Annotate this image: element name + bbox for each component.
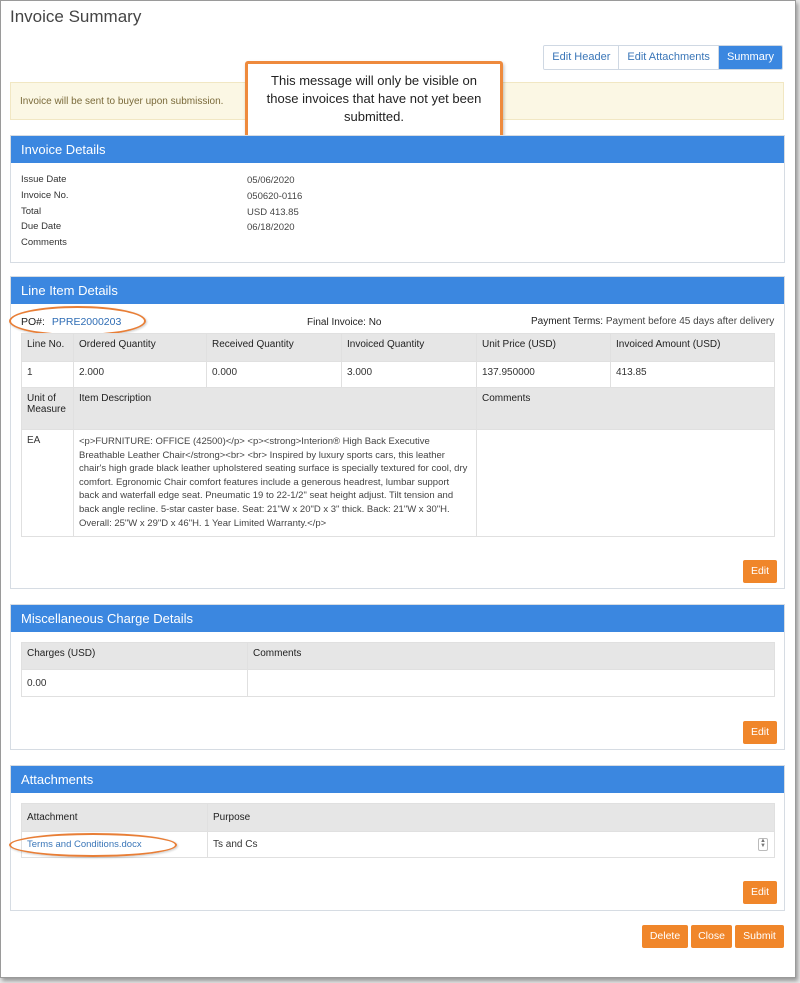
invoice-details-header: Invoice Details — [11, 136, 784, 163]
line-item-table: Line No. Ordered Quantity Received Quant… — [21, 333, 775, 388]
payment-terms-label: Payment Terms: — [531, 316, 604, 327]
cell-misc-comments — [247, 669, 775, 697]
line-item-description-table: Unit of Measure Item Description Comment… — [21, 387, 775, 537]
annotation-callout: This message will only be visible on tho… — [245, 61, 503, 139]
col-invoiced-qty: Invoiced Quantity — [341, 333, 477, 362]
col-unit-price: Unit Price (USD) — [476, 333, 611, 362]
misc-charge-header: Miscellaneous Charge Details — [11, 605, 784, 632]
due-date-value: 06/18/2020 — [247, 222, 295, 233]
misc-edit-button[interactable]: Edit — [743, 721, 777, 744]
delete-button[interactable]: Delete — [642, 925, 688, 948]
misc-charge-panel: Miscellaneous Charge Details Charges (US… — [10, 604, 785, 750]
cell-ordered-qty: 2.000 — [73, 361, 207, 388]
col-misc-comments: Comments — [247, 642, 775, 670]
payment-terms-field: Payment Terms: Payment before 45 days af… — [531, 316, 774, 327]
col-line-no: Line No. — [21, 333, 74, 362]
col-ordered-qty: Ordered Quantity — [73, 333, 207, 362]
cell-line-comments — [476, 429, 775, 537]
po-highlight-oval — [9, 306, 146, 336]
tab-bar: Edit Header Edit Attachments Summary — [543, 45, 783, 70]
invoice-no-label: Invoice No. — [21, 190, 69, 201]
cell-item-description: <p>FURNITURE: OFFICE (42500)</p> <p><str… — [73, 429, 477, 537]
invoice-no-value: 050620-0116 — [247, 191, 303, 202]
invoice-details-panel: Invoice Details Issue Date 05/06/2020 In… — [10, 135, 785, 263]
table-row: 1 2.000 0.000 3.000 137.950000 413.85 — [21, 361, 775, 388]
issue-date-label: Issue Date — [21, 174, 67, 185]
tab-edit-attachments[interactable]: Edit Attachments — [619, 46, 719, 69]
tab-summary[interactable]: Summary — [718, 46, 782, 69]
cell-invoiced-amount: 413.85 — [610, 361, 775, 388]
misc-charge-table: Charges (USD) Comments 0.00 — [21, 642, 775, 697]
invoice-summary-window: Invoice Summary Edit Header Edit Attachm… — [0, 0, 796, 978]
total-label: Total — [21, 206, 42, 217]
line-item-details-panel: Line Item Details PO#: PPRE2000203 Final… — [9, 276, 785, 589]
col-comments: Comments — [476, 387, 775, 430]
page-title: Invoice Summary — [10, 7, 142, 26]
close-button[interactable]: Close — [691, 925, 732, 948]
issue-date-value: 05/06/2020 — [247, 175, 295, 186]
col-received-qty: Received Quantity — [206, 333, 342, 362]
table-row: 0.00 — [21, 669, 775, 697]
due-date-label: Due Date — [21, 221, 62, 232]
final-invoice-value: No — [368, 317, 382, 328]
attachments-edit-button[interactable]: Edit — [743, 881, 777, 904]
payment-terms-value: Payment before 45 days after delivery — [605, 316, 775, 327]
col-item-description: Item Description — [73, 387, 477, 430]
cell-invoiced-qty: 3.000 — [341, 361, 477, 388]
cell-received-qty: 0.000 — [206, 361, 342, 388]
line-item-edit-button[interactable]: Edit — [743, 560, 777, 583]
attachments-panel: Attachments Attachment Purpose Terms and… — [9, 765, 785, 911]
col-invoiced-amount: Invoiced Amount (USD) — [610, 333, 775, 362]
cell-uom: EA — [21, 429, 74, 537]
cell-purpose: Ts and Cs ▲ ▼ — [207, 831, 775, 858]
tab-edit-header[interactable]: Edit Header — [544, 46, 620, 69]
final-invoice-field: Final Invoice: No — [307, 317, 382, 328]
purpose-spinner-icon[interactable]: ▲ ▼ — [758, 838, 768, 851]
col-attachment: Attachment — [21, 803, 208, 832]
cell-line-no: 1 — [21, 361, 74, 388]
cell-unit-price: 137.950000 — [476, 361, 611, 388]
cell-charges: 0.00 — [21, 669, 248, 697]
col-purpose: Purpose — [207, 803, 775, 832]
line-item-details-header: Line Item Details — [11, 277, 784, 304]
comments-label: Comments — [21, 237, 67, 248]
total-value: USD 413.85 — [247, 207, 299, 218]
attachment-highlight-oval — [9, 833, 177, 857]
col-unit-of-measure: Unit of Measure — [21, 387, 74, 430]
attachments-header: Attachments — [11, 766, 784, 793]
purpose-value: Ts and Cs — [213, 839, 258, 850]
table-row: EA <p>FURNITURE: OFFICE (42500)</p> <p><… — [21, 429, 775, 537]
col-charges: Charges (USD) — [21, 642, 248, 670]
final-invoice-label: Final Invoice: — [307, 317, 366, 328]
submit-button[interactable]: Submit — [735, 925, 784, 948]
